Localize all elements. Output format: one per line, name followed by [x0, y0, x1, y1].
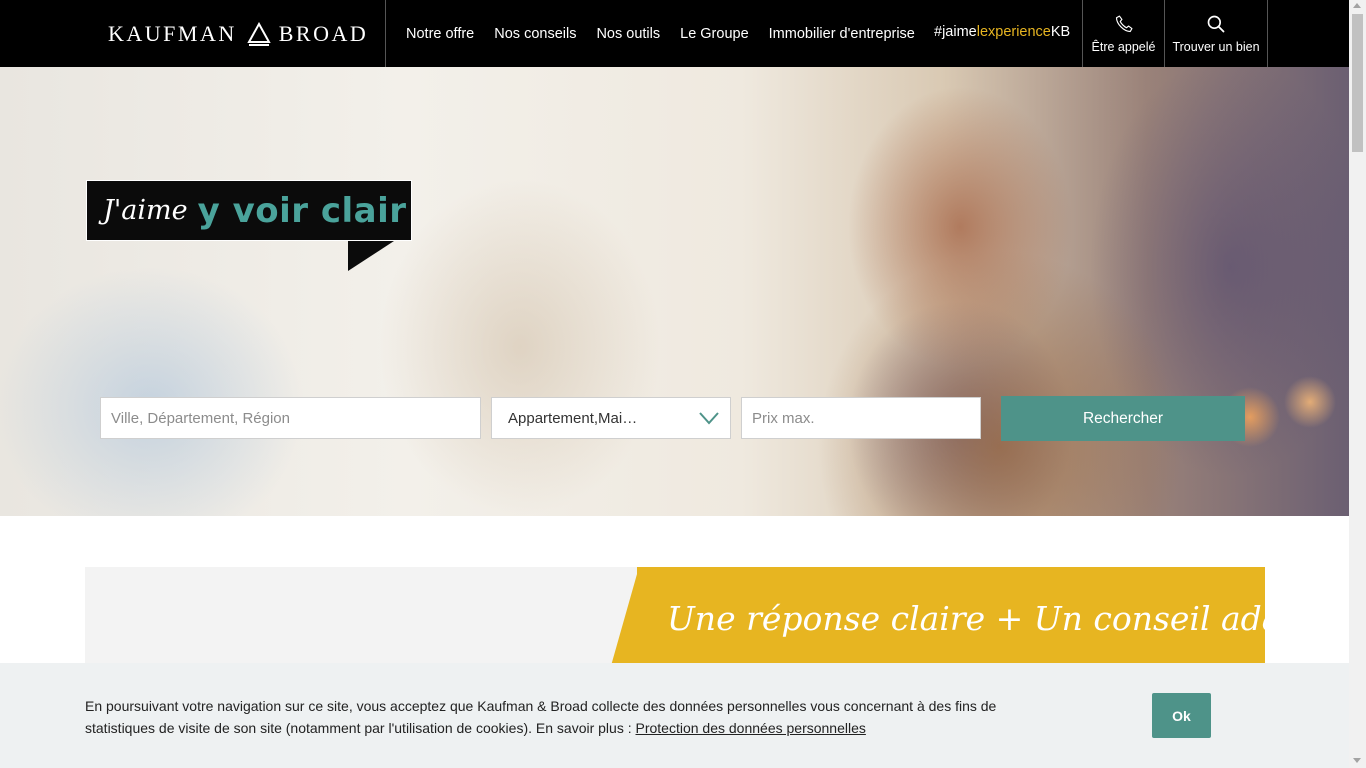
nav-nos-outils[interactable]: Nos outils [596, 26, 660, 42]
find-property-label: Trouver un bien [1172, 39, 1260, 54]
promo-title: Une réponse claire + Un conseil adapté [667, 599, 1265, 638]
hero-banner: J'aime y voir clair Appartement,Mai… Rec… [0, 67, 1349, 516]
page: KAUFMAN BROAD Notre offre Nos conseils N… [0, 0, 1366, 768]
logo-word-right: BROAD [278, 21, 369, 46]
hashtag-prefix: #jaime [934, 24, 977, 40]
city-search-input[interactable] [100, 397, 481, 439]
speech-bubble-tail [348, 241, 394, 271]
hashtag-link[interactable]: #jaimelexperienceKB [934, 24, 1070, 40]
nav-notre-offre[interactable]: Notre offre [406, 26, 474, 42]
search-icon [1207, 15, 1225, 32]
hashtag-suffix: KB [1050, 24, 1071, 40]
cookie-text: En poursuivant votre navigation sur ce s… [85, 695, 1065, 739]
privacy-policy-link[interactable]: Protection des données personnelles [636, 720, 866, 736]
nav-immobilier-entreprise[interactable]: Immobilier d'entreprise [769, 26, 915, 42]
speech-script-text: J'aime [103, 195, 188, 226]
hashtag-middle: lexperience [976, 24, 1051, 40]
speech-bold-text: y voir clair [197, 190, 407, 231]
find-property-button[interactable]: Trouver un bien [1164, 0, 1268, 67]
search-button[interactable]: Rechercher [1001, 396, 1245, 441]
site-header: KAUFMAN BROAD Notre offre Nos conseils N… [0, 0, 1349, 67]
scroll-down-arrow-icon[interactable] [1353, 758, 1361, 763]
nav-nos-conseils[interactable]: Nos conseils [494, 26, 576, 42]
cookie-banner: En poursuivant votre navigation sur ce s… [0, 663, 1349, 768]
call-me-label: Être appelé [1091, 39, 1156, 54]
cookie-ok-button[interactable]: Ok [1152, 693, 1211, 738]
max-price-input[interactable] [741, 397, 981, 439]
scrollbar-thumb[interactable] [1352, 14, 1363, 152]
hero-speech-bubble: J'aime y voir clair [86, 180, 412, 241]
chevron-down-icon [699, 412, 719, 425]
property-type-select[interactable]: Appartement,Mai… [491, 397, 731, 439]
kaufman-broad-logo[interactable]: KAUFMAN BROAD [108, 20, 368, 48]
logo-triangle-icon [247, 21, 271, 46]
scroll-up-arrow-icon[interactable] [1353, 3, 1361, 8]
call-me-button[interactable]: Être appelé [1082, 0, 1164, 67]
phone-icon [1115, 15, 1132, 32]
nav-le-groupe[interactable]: Le Groupe [680, 26, 749, 42]
property-type-value: Appartement,Mai… [508, 409, 638, 427]
header-divider [385, 0, 386, 67]
logo-word-left: KAUFMAN [108, 21, 237, 46]
main-nav: Notre offre Nos conseils Nos outils Le G… [396, 0, 925, 67]
